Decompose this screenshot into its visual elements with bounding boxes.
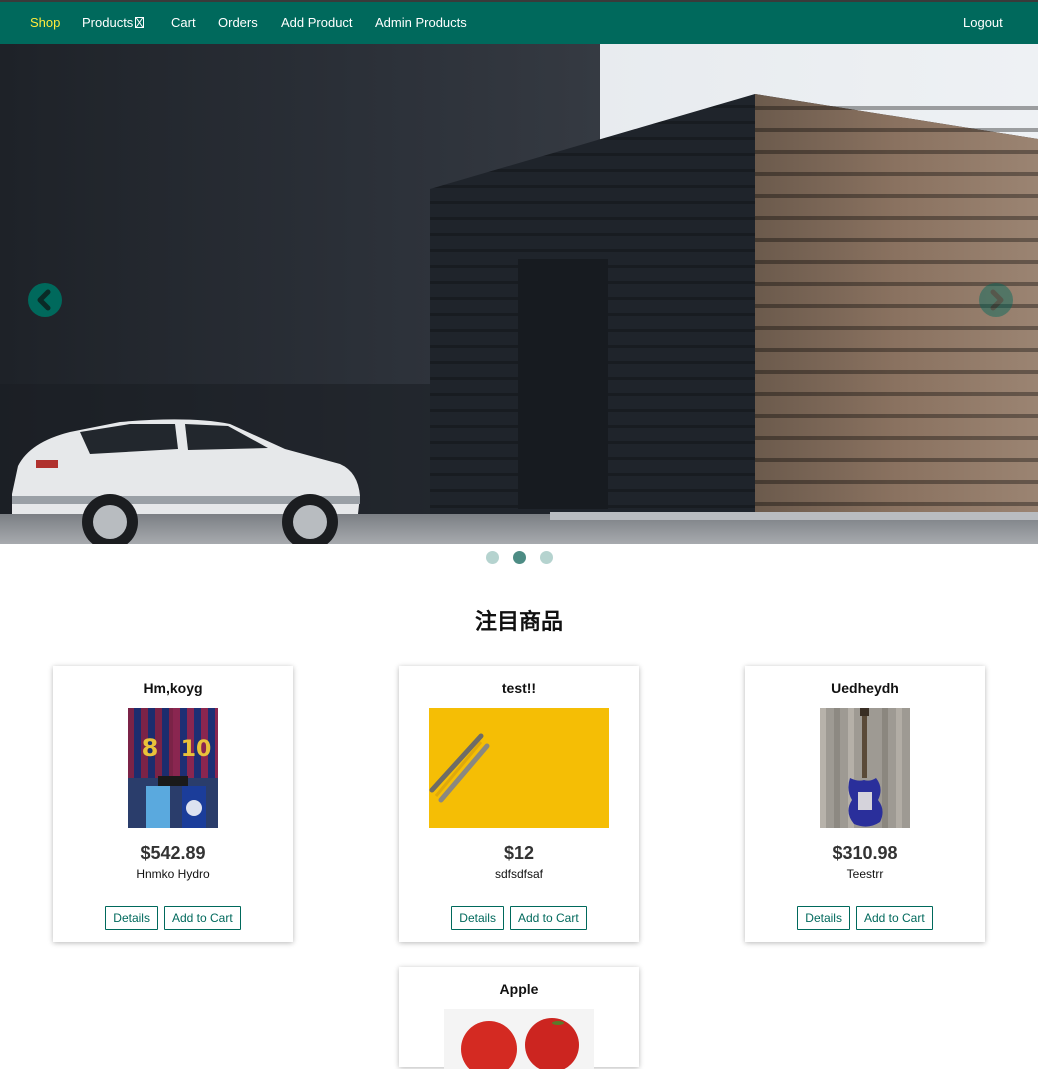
details-button[interactable]: Details [451,906,504,930]
nav-add-product[interactable]: Add Product [281,15,353,30]
product-description: sdfsdfsaf [494,867,544,881]
product-description: Hnmko Hydro [136,867,210,881]
product-title: test!! [501,680,537,696]
product-price: $542.89 [140,843,206,863]
svg-text:10: 10 [181,737,212,762]
carousel-prev-button[interactable] [28,283,62,317]
product-image: 8 10 [128,708,218,828]
product-title: Uedheydh [831,680,899,696]
nav-products-label: Products [82,15,134,30]
chevron-right-icon [990,289,1004,311]
nav-products[interactable]: Products [82,15,145,30]
nav-admin-products[interactable]: Admin Products [375,15,467,30]
add-to-cart-button[interactable]: Add to Cart [509,906,587,930]
product-card: Apple [399,967,639,1069]
carousel-dot-2[interactable] [512,551,526,564]
carousel-dot-3[interactable] [539,551,553,564]
product-actions: Details Add to Cart [745,906,985,930]
hero-carousel [0,44,1038,544]
carousel-slide-image [0,44,1038,544]
nav-shop[interactable]: Shop [30,15,60,30]
product-actions: Details Add to Cart [399,906,639,930]
nav-cart[interactable]: Cart [171,15,196,30]
add-to-cart-button[interactable]: Add to Cart [855,906,933,930]
product-title: Apple [499,981,539,997]
product-card: test!! $12 sdfsdfsaf Details Add to Cart [399,666,639,942]
product-description: Teestrr [846,867,884,881]
product-title: Hm,koyg [143,680,203,696]
product-card: Hm,koyg 8 10 $542.89 Hnmko Hydro Details… [53,666,293,942]
chevron-left-icon [37,289,51,311]
dropdown-icon [135,17,145,28]
carousel-next-button[interactable] [979,283,1013,317]
top-navbar: Shop Products Cart Orders Add Product Ad… [0,2,1038,44]
product-image [444,1009,594,1069]
svg-text:8: 8 [142,734,159,762]
nav-orders[interactable]: Orders [218,15,258,30]
details-button[interactable]: Details [797,906,850,930]
carousel-dot-1[interactable] [485,551,499,564]
logout-link[interactable]: Logout [963,15,1003,30]
product-price: $12 [503,843,535,863]
product-card: Uedheydh $310.98 Teestrr Details Add to C… [745,666,985,942]
add-to-cart-button[interactable]: Add to Cart [163,906,241,930]
details-button[interactable]: Details [105,906,158,930]
featured-heading: 注目商品 [474,610,563,635]
product-actions: Details Add to Cart [53,906,293,930]
carousel-indicators [0,551,1038,565]
product-image [429,708,609,828]
product-price: $310.98 [832,843,898,863]
product-image [820,708,910,828]
